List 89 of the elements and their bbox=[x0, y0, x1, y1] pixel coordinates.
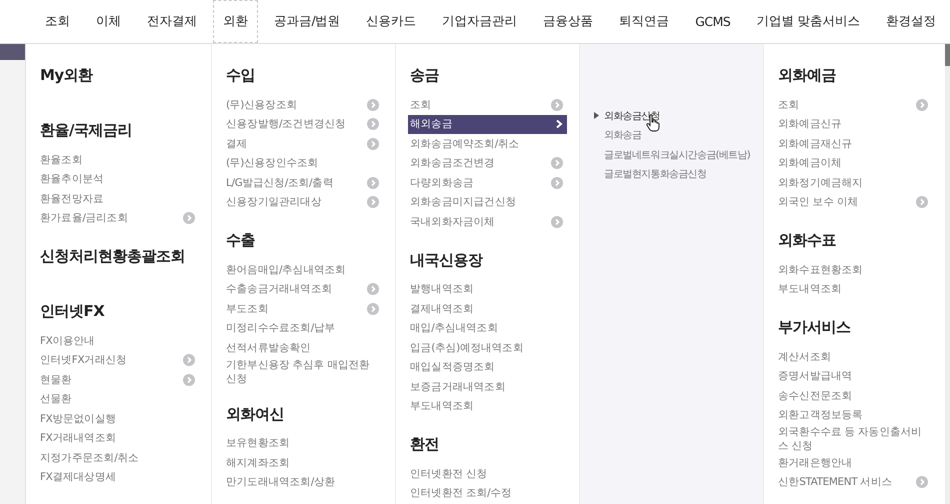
menu-item[interactable]: 환가료율/금리조회 bbox=[38, 208, 199, 228]
menu-item[interactable]: 결제 bbox=[224, 134, 383, 154]
section-heading[interactable]: 외화여신 bbox=[226, 404, 383, 424]
section-heading[interactable]: 부가서비스 bbox=[778, 318, 932, 337]
menu-item[interactable]: 선적서류발송확인 bbox=[224, 338, 383, 358]
section-heading[interactable]: 신청처리현황총괄조회 bbox=[40, 247, 199, 266]
menu-item[interactable]: 현물환 bbox=[38, 370, 199, 390]
nav-tab[interactable]: 환경설정 bbox=[876, 0, 946, 43]
menu-item[interactable]: 발행내역조회 bbox=[408, 280, 567, 299]
menu-item[interactable]: 조회 bbox=[776, 95, 932, 114]
nav-tab[interactable]: 이체 bbox=[86, 0, 131, 43]
menu-item[interactable]: 증명서발급내역 bbox=[776, 366, 932, 386]
menu-item[interactable]: FX거래내역조회 bbox=[38, 428, 199, 448]
menu-item[interactable]: 외국환수수료 등 자동인출서비스 신청 bbox=[776, 425, 932, 453]
menu-item[interactable]: 부도조회 bbox=[224, 299, 383, 318]
menu-item[interactable]: 신용장기일관리대상 bbox=[224, 192, 383, 212]
submenu-item[interactable]: 외화송금 bbox=[604, 128, 642, 142]
section-heading[interactable]: 수출 bbox=[226, 231, 383, 250]
scrollbar[interactable] bbox=[945, 44, 950, 504]
section-heading[interactable]: My외환 bbox=[40, 66, 199, 85]
triangle-icon bbox=[594, 112, 599, 120]
nav-tab[interactable]: 전자결제 bbox=[137, 0, 207, 43]
menu-item[interactable]: 외화정기예금해지 bbox=[776, 173, 932, 192]
menu-item[interactable]: 기한부신용장 추심후 매입전환 신청 bbox=[224, 358, 383, 386]
submenu-item[interactable]: 글로벌현지통화송금신청 bbox=[604, 167, 706, 182]
menu-item[interactable]: 환거래은행안내 bbox=[776, 453, 932, 472]
nav-tab[interactable]: 퇴직연금 bbox=[609, 0, 680, 43]
nav-tab[interactable]: 기업자금관리 bbox=[432, 0, 528, 43]
menu-item[interactable]: FX방문없이실행 bbox=[38, 409, 199, 428]
menu-item[interactable]: 부도내역조회 bbox=[776, 280, 932, 299]
menu-item[interactable]: 외화예금재신규 bbox=[776, 134, 932, 154]
menu-item[interactable]: (무)신용장조회 bbox=[224, 95, 383, 114]
nav-tab[interactable]: 금융상품 bbox=[533, 0, 604, 43]
menu-item[interactable]: 만기도래내역조회/상환 bbox=[224, 472, 383, 492]
section-heading[interactable]: 송금 bbox=[410, 66, 567, 85]
menu-item[interactable]: 외화예금이체 bbox=[776, 154, 932, 173]
menu-item[interactable]: 환율추이분석 bbox=[38, 170, 199, 189]
menu-item[interactable]: 송수신전문조회 bbox=[776, 386, 932, 406]
menu-item[interactable]: 매입/추심내역조회 bbox=[408, 318, 567, 338]
section-heading[interactable]: 환율/국제금리 bbox=[40, 121, 199, 140]
menu-item[interactable]: 미정리수수료조회/납부 bbox=[224, 318, 383, 338]
menu-item[interactable]: 부도내역조회 bbox=[408, 396, 567, 416]
menu-item[interactable]: 수출송금거래내역조회 bbox=[224, 280, 383, 299]
menu-item[interactable]: 선물환 bbox=[38, 390, 199, 409]
menu-item[interactable]: 환율조회 bbox=[38, 150, 199, 170]
menu-item[interactable]: 외환고객정보등록 bbox=[776, 406, 932, 425]
submenu-item[interactable]: 글로벌네트워크실시간송금(베트남) bbox=[604, 148, 750, 162]
menu-item[interactable]: 인터넷FX거래신청 bbox=[38, 350, 199, 370]
menu-item[interactable]: 해외송금 bbox=[408, 114, 567, 134]
menu-item[interactable]: 결제내역조회 bbox=[408, 299, 567, 318]
nav-tab[interactable]: GCMS bbox=[685, 1, 740, 42]
nav-tab[interactable]: 기업별 맞춤서비스 bbox=[746, 0, 870, 43]
menu-item[interactable]: 외화예금신규 bbox=[776, 114, 932, 134]
menu-item[interactable]: (무)신용장인수조회 bbox=[224, 154, 383, 173]
section-heading[interactable]: 수입 bbox=[226, 66, 383, 85]
section-heading[interactable]: 인터넷FX bbox=[40, 302, 199, 321]
menu-item[interactable]: 환율전망자료 bbox=[38, 189, 199, 208]
menu-item[interactable]: 신용장발행/조건변경신청 bbox=[224, 114, 383, 134]
menu-item[interactable]: 국내외화자금이체 bbox=[408, 212, 567, 232]
menu-item[interactable]: L/G발급신청/조회/출력 bbox=[224, 173, 383, 192]
menu-item[interactable]: 입금(추심)예정내역조회 bbox=[408, 338, 567, 358]
menu-item[interactable]: 보증금거래내역조회 bbox=[408, 377, 567, 396]
menu-item[interactable]: 지정가주문조회/취소 bbox=[38, 448, 199, 468]
section-heading[interactable]: 외화수표 bbox=[778, 231, 932, 250]
menu-item[interactable]: 외화송금미지급건신청 bbox=[408, 192, 567, 212]
menu-item[interactable]: 계산서조회 bbox=[776, 347, 932, 366]
menu-item[interactable]: 환어음매입/추심내역조회 bbox=[224, 260, 383, 280]
nav-tab[interactable]: 외환 bbox=[213, 0, 258, 43]
menu-item[interactable]: 외화송금예약조회/취소 bbox=[408, 134, 567, 154]
menu-item[interactable]: FX결제대상명세 bbox=[38, 468, 199, 487]
menu-item[interactable]: 해지계좌조회 bbox=[224, 453, 383, 472]
nav-tab[interactable]: 신용카드 bbox=[356, 0, 426, 43]
menu-item[interactable]: 신한STATEMENT 서비스 bbox=[776, 472, 932, 492]
menu-item[interactable]: FX이용안내 bbox=[38, 331, 199, 350]
menu-item[interactable]: 인터넷환전 조회/수정 bbox=[408, 484, 567, 503]
menu-item[interactable]: 인터넷환전 신청 bbox=[408, 464, 567, 484]
menu-item[interactable]: 조회 bbox=[408, 95, 567, 114]
menu-item[interactable]: 매입실적증명조회 bbox=[408, 358, 567, 377]
section-heading[interactable]: 내국신용장 bbox=[410, 250, 567, 270]
menu-item[interactable]: 보유현황조회 bbox=[224, 434, 383, 453]
menu-item[interactable]: 외화송금조건변경 bbox=[408, 154, 567, 173]
nav-tab[interactable]: 조회 bbox=[35, 0, 80, 43]
menu-item[interactable]: 외화수표현황조회 bbox=[776, 260, 932, 280]
menu-item[interactable]: 다량외화송금 bbox=[408, 173, 567, 192]
menu-item[interactable]: 외국인 보수 이체 bbox=[776, 192, 932, 212]
accent-bar bbox=[0, 44, 25, 60]
nav-tab[interactable]: 공과금/법원 bbox=[264, 0, 350, 43]
section-heading[interactable]: 외화예금 bbox=[778, 66, 932, 85]
section-heading[interactable]: 환전 bbox=[410, 435, 567, 454]
